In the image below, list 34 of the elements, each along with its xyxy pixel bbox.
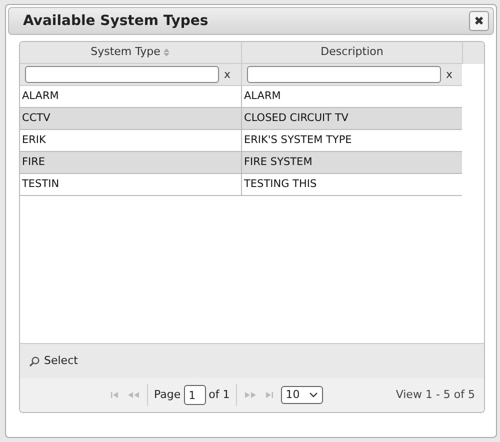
clear-filter-button[interactable]: x — [224, 69, 231, 80]
page-count: of 1 — [208, 386, 230, 403]
table-cell-text: CCTV — [21, 110, 52, 126]
search-icon — [29, 356, 40, 366]
table-cell-text: ALARM — [21, 88, 60, 104]
table-cell: TESTING THIS — [241, 174, 462, 195]
next-page-icon[interactable] — [242, 391, 257, 399]
close-button[interactable]: ✖ — [469, 11, 489, 31]
page-input[interactable]: 1 — [184, 385, 206, 405]
table-cell-text: TESTIN — [21, 176, 60, 192]
select-button[interactable]: Select — [29, 352, 78, 370]
table-cell: FIRE SYSTEM — [241, 152, 462, 173]
record-count: View 1 - 5 of 5 — [396, 386, 475, 403]
first-page-icon[interactable] — [110, 391, 120, 399]
table-row[interactable]: ERIK ERIK'S SYSTEM TYPE — [20, 130, 462, 152]
table-row[interactable]: ALARM ALARM — [20, 86, 462, 108]
last-page-icon[interactable] — [264, 391, 274, 399]
filter-field[interactable] — [247, 66, 441, 83]
table-cell-text: FIRE — [21, 154, 46, 170]
table-row[interactable]: TESTIN TESTING THIS — [20, 174, 462, 196]
table-cell: ALARM — [241, 86, 462, 107]
clear-filter-button[interactable]: x — [446, 69, 453, 80]
dialog-title: Available System Types — [23, 12, 208, 30]
filter-field[interactable] — [25, 66, 219, 83]
page-label: Page — [154, 386, 181, 403]
table-row[interactable]: FIRE FIRE SYSTEM — [20, 152, 462, 174]
table-cell: ERIK'S SYSTEM TYPE — [241, 130, 462, 151]
sort-icon — [163, 48, 170, 57]
table-cell-text: ERIK — [21, 132, 47, 148]
chevron-down-icon — [308, 392, 318, 398]
page-size-select[interactable]: 10 — [280, 386, 323, 404]
table-cell: CLOSED CIRCUIT TV — [241, 108, 462, 129]
previous-page-icon[interactable] — [127, 391, 141, 399]
table-row[interactable]: CCTV CLOSED CIRCUIT TV — [20, 108, 462, 130]
